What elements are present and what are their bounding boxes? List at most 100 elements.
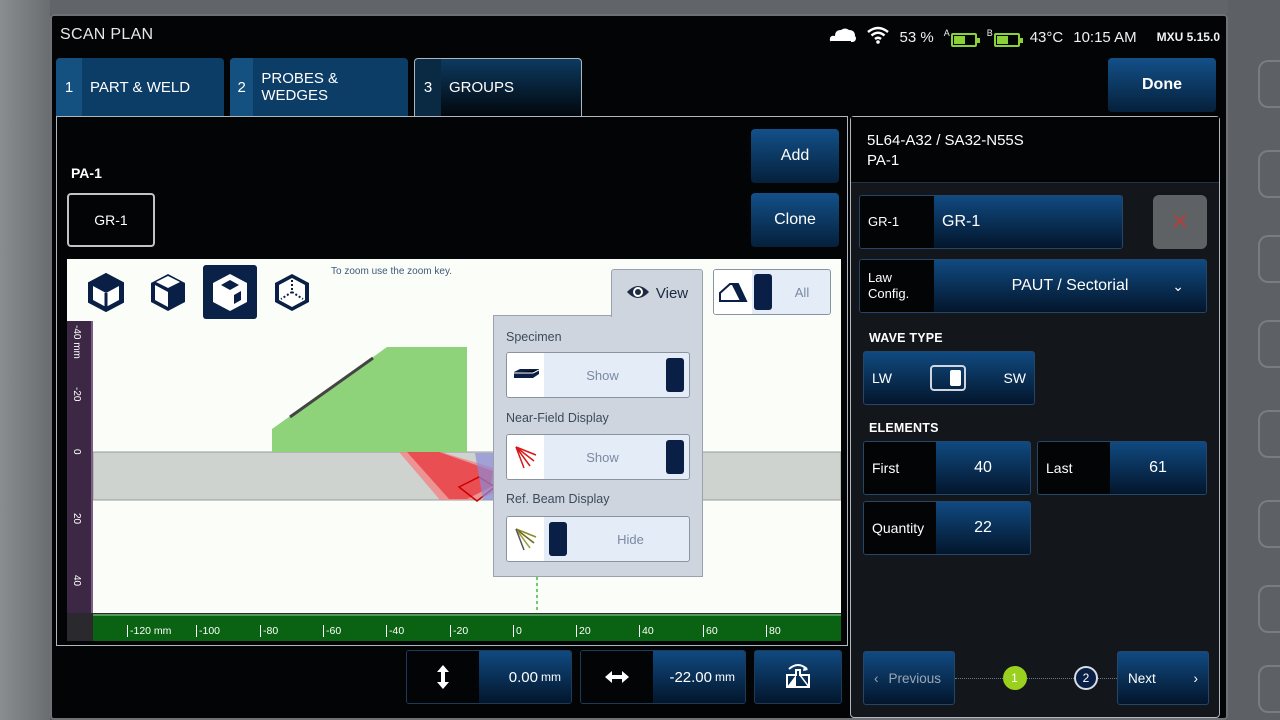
scan-plan-viewer[interactable]: To zoom use the zoom key. -40 mm -20 0 2… [67, 259, 841, 641]
tab-part-weld[interactable]: 1 PART & WELD [56, 58, 224, 116]
clone-group-button[interactable]: Clone [751, 193, 839, 247]
last-element-value[interactable]: 61 [1110, 442, 1206, 494]
eye-icon [626, 284, 650, 304]
wedge-shape [272, 347, 467, 452]
view-button[interactable]: View [611, 269, 703, 317]
ruler-h-label: 0 [513, 625, 522, 637]
view-options-popup: Specimen Show Near-Field Display Show Re… [493, 315, 703, 577]
step-2-indicator[interactable]: 2 [1074, 666, 1098, 690]
specimen-icon [507, 353, 544, 397]
probe-rotate-icon [783, 660, 813, 695]
horizontal-arrows-icon [581, 651, 653, 703]
hardware-button[interactable] [1258, 150, 1280, 198]
group-name-key: GR-1 [860, 196, 934, 248]
step-1-indicator[interactable]: 1 [1002, 666, 1027, 690]
first-element-value[interactable]: 40 [936, 442, 1030, 494]
group-name-field[interactable]: GR-1 GR-1 [859, 195, 1123, 249]
tab-groups[interactable]: 3 GROUPS [414, 58, 582, 116]
near-field-beam-icon [507, 435, 544, 479]
ruler-h-label: -120 mm [127, 625, 171, 637]
ref-beam-toggle[interactable]: Hide [506, 516, 690, 562]
quantity-field[interactable]: Quantity 22 [863, 501, 1031, 555]
probe-label: PA-1 [71, 165, 102, 181]
tab-probes-wedges[interactable]: 2 PROBES & WEDGES [230, 58, 408, 116]
hardware-button[interactable] [1258, 235, 1280, 283]
probe-orientation-button[interactable] [754, 650, 842, 704]
ruler-v-label: 0 [71, 449, 82, 455]
ruler-h-label: 60 [703, 625, 718, 637]
status-bar: SCAN PLAN 53 % A B 43°C 10:15 AM MXU 5.1… [52, 16, 1226, 58]
wave-type-switch[interactable]: LW SW [863, 351, 1035, 405]
delete-group-button[interactable]: ✕ [1153, 195, 1207, 249]
ruler-h-label: -100 [196, 625, 220, 637]
tab-label: PART & WELD [90, 78, 191, 96]
chevron-down-icon: ⌄ [1172, 277, 1184, 294]
done-button[interactable]: Done [1108, 58, 1216, 112]
toggle-knob[interactable] [754, 274, 772, 310]
probe-id: PA-1 [867, 152, 900, 169]
ruler-v-label: -20 [71, 387, 82, 402]
all-objects-toggle[interactable]: All [713, 269, 831, 315]
wave-type-title: WAVE TYPE [869, 331, 943, 345]
horizontal-offset-field[interactable]: -22.00 mm [580, 650, 746, 704]
last-element-field[interactable]: Last 61 [1037, 441, 1207, 495]
specimen-state: Show [586, 367, 619, 383]
cloud-icon [829, 26, 857, 48]
ref-beam-title: Ref. Beam Display [506, 492, 610, 506]
vertical-offset-field[interactable]: 0.00 mm [406, 650, 572, 704]
next-button[interactable]: Next › [1117, 651, 1209, 705]
battery-b-label: B [986, 27, 993, 38]
wizard-navigation: ‹ Previous 1 2 Next › [863, 651, 1209, 705]
law-config-select[interactable]: Law Config. PAUT / Sectorial ⌄ [859, 259, 1207, 313]
wedge-outline-icon [714, 270, 752, 314]
clock: 10:15 AM [1073, 28, 1137, 46]
group-name-value[interactable]: GR-1 [934, 196, 1122, 248]
step-connector [1026, 677, 1074, 679]
groups-panel: PA-1 GR-1 Add Clone To zoom use the zoom… [56, 116, 848, 646]
group-chip-gr1[interactable]: GR-1 [67, 193, 155, 247]
hardware-button[interactable] [1258, 500, 1280, 548]
hardware-button[interactable] [1258, 665, 1280, 713]
toggle-knob[interactable] [549, 522, 567, 556]
ruler-h-label: -20 [450, 625, 468, 637]
specimen-toggle[interactable]: Show [506, 352, 690, 398]
tab-label: PROBES & WEDGES [261, 70, 339, 104]
vertical-offset-value: 0.00 [508, 668, 538, 686]
wave-type-toggle[interactable] [929, 365, 966, 391]
hardware-button[interactable] [1258, 320, 1280, 368]
previous-button[interactable]: ‹ Previous [863, 651, 955, 705]
wifi-icon [867, 26, 890, 48]
battery-a-label: A [943, 27, 950, 38]
near-field-state: Show [586, 449, 619, 465]
hardware-button[interactable] [1258, 60, 1280, 108]
device-screen: SCAN PLAN 53 % A B 43°C 10:15 AM MXU 5.1… [50, 14, 1228, 720]
hardware-button[interactable] [1258, 585, 1280, 633]
specimen-title: Specimen [506, 330, 562, 344]
view-button-label: View [655, 285, 689, 302]
toggle-knob[interactable] [666, 358, 684, 392]
step-connector [1098, 677, 1117, 679]
hardware-button[interactable] [1258, 410, 1280, 458]
battery-b-fill [996, 35, 1008, 44]
first-element-field[interactable]: First 40 [863, 441, 1031, 495]
last-element-label: Last [1038, 442, 1110, 494]
ruler-v-label: 20 [71, 513, 82, 525]
device-bezel-top [0, 0, 1280, 14]
battery-b-icon [993, 32, 1023, 47]
ruler-corner [67, 613, 93, 641]
add-group-button[interactable]: Add [751, 129, 839, 183]
chevron-right-icon: › [1193, 670, 1199, 686]
ruler-h-label: 80 [766, 625, 781, 637]
close-icon: ✕ [1170, 209, 1190, 234]
ruler-h-label: -40 [386, 625, 404, 637]
group-settings-panel: 5L64-A32 / SA32-N55S PA-1 GR-1 GR-1 ✕ La… [850, 116, 1220, 718]
wave-type-sw[interactable]: SW [1003, 370, 1026, 386]
wave-type-lw[interactable]: LW [872, 370, 892, 386]
near-field-title: Near-Field Display [506, 411, 609, 425]
near-field-toggle[interactable]: Show [506, 434, 690, 480]
ruler-h-label: 20 [576, 625, 591, 637]
toggle-knob[interactable] [666, 440, 684, 474]
ruler-h-label: -60 [323, 625, 341, 637]
quantity-value[interactable]: 22 [936, 502, 1030, 554]
vertical-arrows-icon [407, 651, 479, 703]
